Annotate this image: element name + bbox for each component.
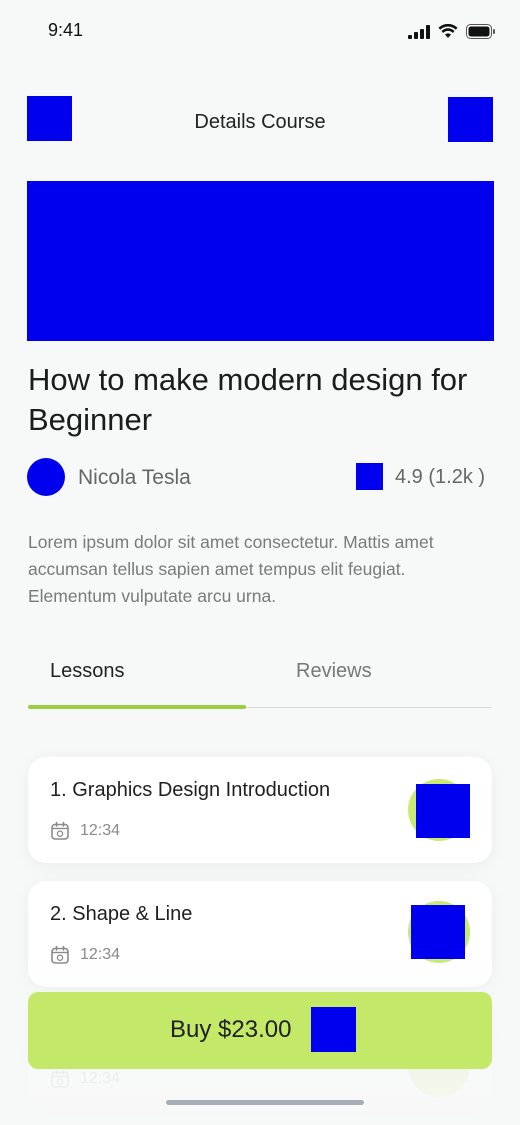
lesson-duration: 12:34: [80, 822, 121, 839]
status-bar: 9:41: [0, 0, 520, 60]
wifi-icon: [438, 24, 458, 38]
calendar-clock-icon: [51, 945, 69, 964]
home-indicator: [166, 1100, 364, 1105]
lesson-title: 1. Graphics Design Introduction: [50, 779, 331, 801]
lesson-meta: 12:34: [50, 821, 120, 841]
signal-icon: [408, 24, 430, 39]
tab-active-indicator: [28, 705, 246, 709]
buy-arrow-icon: [311, 1007, 356, 1052]
play-button[interactable]: [411, 905, 465, 959]
page-title: Details Course: [194, 111, 326, 133]
course-banner-image: [27, 181, 494, 341]
lesson-duration: 12:34: [80, 946, 121, 963]
more-button[interactable]: [448, 97, 493, 142]
calendar-clock-icon: [51, 821, 69, 840]
tab-lessons[interactable]: Lessons: [28, 660, 246, 683]
author-avatar[interactable]: [27, 458, 65, 496]
tab-reviews[interactable]: Reviews: [296, 660, 372, 683]
buy-button-label: Buy $23.00: [170, 1016, 292, 1043]
play-button[interactable]: [416, 784, 470, 838]
tabs: Lessons Reviews: [28, 650, 492, 710]
lesson-meta: 12:34: [50, 1069, 120, 1089]
header: Details Course: [0, 95, 520, 145]
status-icons: [408, 24, 496, 39]
course-title: How to make modern design for Beginner: [28, 362, 468, 437]
course-description: Lorem ipsum dolor sit amet consectetur. …: [28, 532, 434, 606]
rating-text: 4.9 (1.2k ): [395, 466, 486, 488]
battery-icon: [466, 24, 495, 39]
star-icon: [356, 463, 383, 490]
buy-button[interactable]: Buy $23.00: [28, 992, 492, 1069]
lesson-title: 2. Shape & Line: [50, 903, 193, 925]
author-name[interactable]: Nicola Tesla: [78, 466, 191, 490]
status-time: 9:41: [48, 20, 84, 40]
lesson-meta: 12:34: [50, 945, 120, 965]
calendar-clock-icon: [51, 1069, 69, 1088]
lesson-duration: 12:34: [80, 1070, 121, 1087]
